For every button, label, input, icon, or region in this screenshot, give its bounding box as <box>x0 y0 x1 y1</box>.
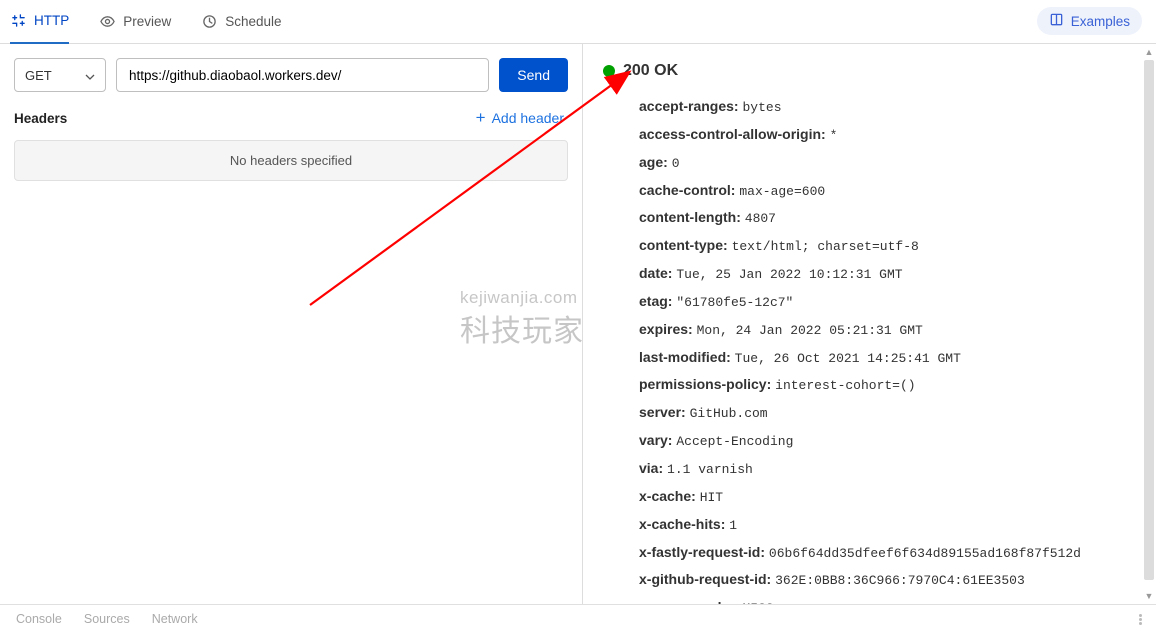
response-header-value: "61780fe5-12c7" <box>676 295 793 310</box>
response-header-name: accept-ranges: <box>639 98 742 114</box>
tabs-bar: HTTP Preview Schedule Examples <box>0 0 1156 44</box>
response-header-row: x-fastly-request-id: 06b6f64dd35dfeef6f6… <box>639 542 1140 564</box>
response-header-row: permissions-policy: interest-cohort=() <box>639 374 1140 396</box>
response-header-row: via: 1.1 varnish <box>639 458 1140 480</box>
response-header-row: access-control-allow-origin: * <box>639 124 1140 146</box>
clock-icon <box>201 14 217 30</box>
response-header-value: max-age=600 <box>739 184 825 199</box>
eye-icon <box>99 14 115 30</box>
tab-preview-label: Preview <box>123 14 171 29</box>
http-icon <box>10 13 26 29</box>
response-header-value: interest-cohort=() <box>775 378 915 393</box>
response-header-row: x-github-request-id: 362E:0BB8:36C966:79… <box>639 569 1140 591</box>
response-header-value: 4807 <box>745 211 776 226</box>
response-header-row: age: 0 <box>639 152 1140 174</box>
status-dot-icon <box>603 65 615 77</box>
response-header-row: expires: Mon, 24 Jan 2022 05:21:31 GMT <box>639 319 1140 341</box>
tab-http-label: HTTP <box>34 13 69 28</box>
method-value: GET <box>25 68 52 83</box>
response-header-value: text/html; charset=utf-8 <box>732 239 919 254</box>
response-header-name: content-type: <box>639 237 732 253</box>
response-header-value: Mon, 24 Jan 2022 05:21:31 GMT <box>697 323 923 338</box>
response-header-row: accept-ranges: bytes <box>639 96 1140 118</box>
bottom-bar: Console Sources Network <box>0 604 1156 633</box>
response-header-name: via: <box>639 460 667 476</box>
response-header-name: x-fastly-request-id: <box>639 544 769 560</box>
url-input[interactable] <box>116 58 489 92</box>
response-header-row: etag: "61780fe5-12c7" <box>639 291 1140 313</box>
response-header-row: vary: Accept-Encoding <box>639 430 1140 452</box>
scroll-down-icon[interactable]: ▼ <box>1142 588 1156 604</box>
response-header-name: x-cache: <box>639 488 700 504</box>
response-header-name: etag: <box>639 293 676 309</box>
response-header-value: bytes <box>742 100 781 115</box>
status-text: 200 OK <box>623 62 678 80</box>
chevron-down-icon <box>85 68 95 83</box>
book-icon <box>1049 12 1064 30</box>
bottom-console[interactable]: Console <box>16 612 62 626</box>
response-header-row: cache-control: max-age=600 <box>639 180 1140 202</box>
send-button[interactable]: Send <box>499 58 568 92</box>
response-header-value: 0 <box>672 156 680 171</box>
response-header-value: HIT <box>700 490 723 505</box>
response-header-name: access-control-allow-origin: <box>639 126 830 142</box>
examples-label: Examples <box>1071 14 1130 29</box>
status-line: 200 OK <box>599 62 1140 80</box>
response-panel: 200 OK accept-ranges: bytes access-contro… <box>583 44 1156 604</box>
response-header-value: 1.1 varnish <box>667 462 753 477</box>
tab-schedule[interactable]: Schedule <box>201 0 281 44</box>
tab-http[interactable]: HTTP <box>10 0 69 44</box>
examples-button[interactable]: Examples <box>1037 7 1142 35</box>
response-header-row: content-type: text/html; charset=utf-8 <box>639 235 1140 257</box>
response-header-name: permissions-policy: <box>639 376 775 392</box>
response-header-name: content-length: <box>639 209 745 225</box>
response-header-row: content-length: 4807 <box>639 207 1140 229</box>
response-header-value: Tue, 26 Oct 2021 14:25:41 GMT <box>735 351 961 366</box>
scrollbar[interactable]: ▲ ▼ <box>1142 44 1156 604</box>
scroll-up-icon[interactable]: ▲ <box>1142 44 1156 60</box>
response-header-row: server: GitHub.com <box>639 402 1140 424</box>
response-header-value: 1 <box>729 518 737 533</box>
response-header-row: date: Tue, 25 Jan 2022 10:12:31 GMT <box>639 263 1140 285</box>
scroll-thumb[interactable] <box>1144 60 1154 580</box>
response-header-value: 362E:0BB8:36C966:7970C4:61EE3503 <box>775 573 1025 588</box>
response-header-row: x-proxy-cache: MISS <box>639 597 1140 604</box>
response-header-value: GitHub.com <box>690 406 768 421</box>
bottom-network[interactable]: Network <box>152 612 198 626</box>
response-header-name: server: <box>639 404 690 420</box>
plus-icon: + <box>476 108 486 128</box>
response-header-row: last-modified: Tue, 26 Oct 2021 14:25:41… <box>639 347 1140 369</box>
tab-preview[interactable]: Preview <box>99 0 171 44</box>
response-header-name: cache-control: <box>639 182 739 198</box>
response-panel-container: 200 OK accept-ranges: bytes access-contro… <box>583 44 1156 604</box>
response-header-value: * <box>830 128 838 143</box>
headers-title: Headers <box>14 111 67 126</box>
response-header-value: Tue, 25 Jan 2022 10:12:31 GMT <box>676 267 902 282</box>
response-header-name: vary: <box>639 432 676 448</box>
response-header-row: x-cache: HIT <box>639 486 1140 508</box>
response-header-name: expires: <box>639 321 697 337</box>
response-headers-list: accept-ranges: bytes access-control-allow… <box>599 96 1140 604</box>
kebab-menu-icon[interactable] <box>1139 614 1142 625</box>
response-header-name: age: <box>639 154 672 170</box>
no-headers-message: No headers specified <box>14 140 568 181</box>
response-header-name: date: <box>639 265 676 281</box>
response-header-row: x-cache-hits: 1 <box>639 514 1140 536</box>
response-header-name: last-modified: <box>639 349 735 365</box>
tab-schedule-label: Schedule <box>225 14 281 29</box>
method-select[interactable]: GET <box>14 58 106 92</box>
add-header-label: Add header <box>492 110 564 126</box>
response-header-name: x-cache-hits: <box>639 516 729 532</box>
response-header-value: Accept-Encoding <box>676 434 793 449</box>
add-header-button[interactable]: + Add header <box>476 108 564 128</box>
response-header-name: x-github-request-id: <box>639 571 775 587</box>
response-header-value: 06b6f64dd35dfeef6f634d89155ad168f87f512d <box>769 546 1081 561</box>
bottom-sources[interactable]: Sources <box>84 612 130 626</box>
request-panel: GET Send Headers + Add header No headers… <box>0 44 583 604</box>
